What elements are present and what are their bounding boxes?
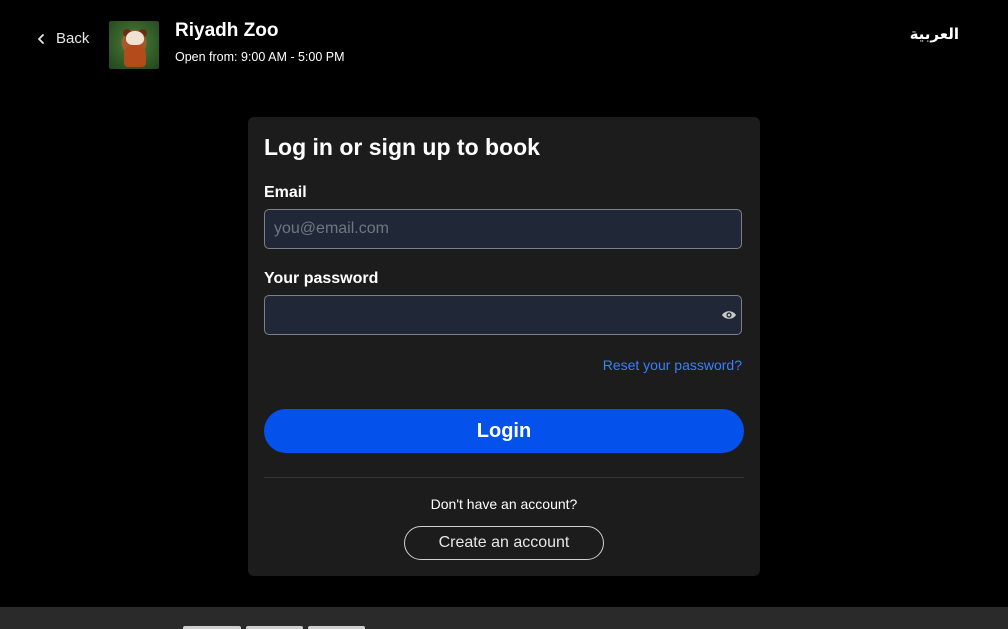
back-button[interactable]: Back (36, 30, 89, 47)
venue-hours: Open from: 9:00 AM - 5:00 PM (175, 50, 345, 64)
create-account-button[interactable]: Create an account (404, 526, 604, 560)
chevron-left-icon (38, 33, 44, 44)
top-bar: Back Riyadh Zoo Open from: 9:00 AM - 5:0… (0, 0, 1008, 90)
email-label: Email (264, 184, 307, 201)
venue-title: Riyadh Zoo (175, 20, 279, 41)
reset-password-link[interactable]: Reset your password? (603, 357, 742, 373)
language-toggle[interactable]: العربية (910, 25, 959, 43)
login-card: Log in or sign up to book Email Your pas… (248, 117, 760, 576)
divider (264, 477, 744, 478)
no-account-text: Don't have an account? (430, 496, 578, 512)
bottom-strip (0, 607, 1008, 629)
eye-icon[interactable] (721, 308, 737, 322)
back-label: Back (56, 30, 90, 47)
password-label: Your password (264, 270, 379, 287)
email-field[interactable] (264, 209, 742, 249)
venue-avatar (109, 21, 159, 69)
login-button[interactable]: Login (264, 409, 744, 453)
login-heading: Log in or sign up to book (264, 134, 540, 160)
password-field[interactable] (264, 295, 742, 335)
